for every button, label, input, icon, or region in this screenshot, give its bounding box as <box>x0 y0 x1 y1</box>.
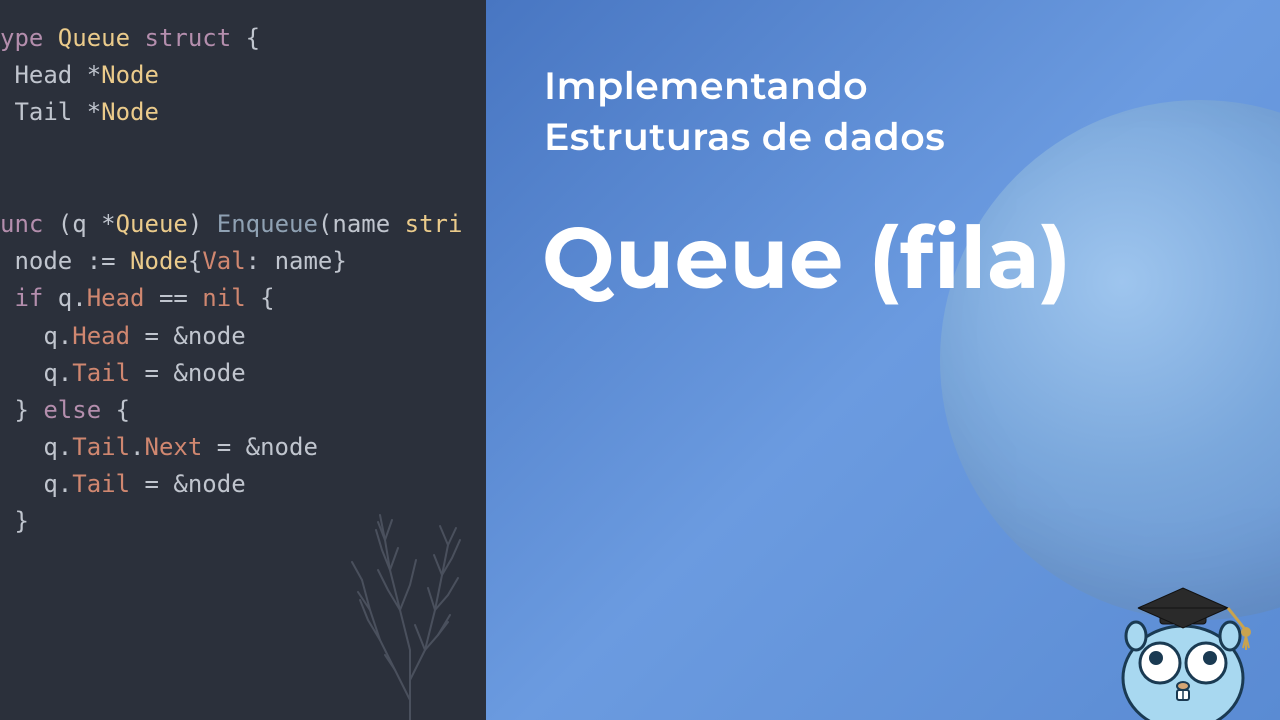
code-line-2: Head *Node <box>0 57 486 94</box>
coral-icon <box>330 500 486 720</box>
code-line-7: if q.Head == nil { <box>0 280 486 317</box>
code-line-11: q.Tail.Next = &node <box>0 429 486 466</box>
code-pane: ype Queue struct { Head *Node Tail *Node… <box>0 0 486 720</box>
code-line-3: Tail *Node <box>0 94 486 131</box>
code-line-10: } else { <box>0 392 486 429</box>
sphere-decoration <box>940 100 1280 620</box>
subtitle-line-2: Estruturas de dados <box>544 113 945 160</box>
code-line-12: q.Tail = &node <box>0 466 486 503</box>
gopher-mascot-icon <box>1098 558 1268 720</box>
code-line-5: unc (q *Queue) Enqueue(name stri <box>0 206 486 243</box>
code-line-1: ype Queue struct { <box>0 20 486 57</box>
slide-title: Queue (fila) <box>542 205 1072 310</box>
subtitle-line-1: Implementando <box>544 62 868 109</box>
code-line-9: q.Tail = &node <box>0 355 486 392</box>
title-pane: Implementando Estruturas de dados Queue … <box>486 0 1280 720</box>
code-line-8: q.Head = &node <box>0 318 486 355</box>
slide-subtitle: Implementando Estruturas de dados <box>544 60 945 163</box>
code-line-6: node := Node{Val: name} <box>0 243 486 280</box>
